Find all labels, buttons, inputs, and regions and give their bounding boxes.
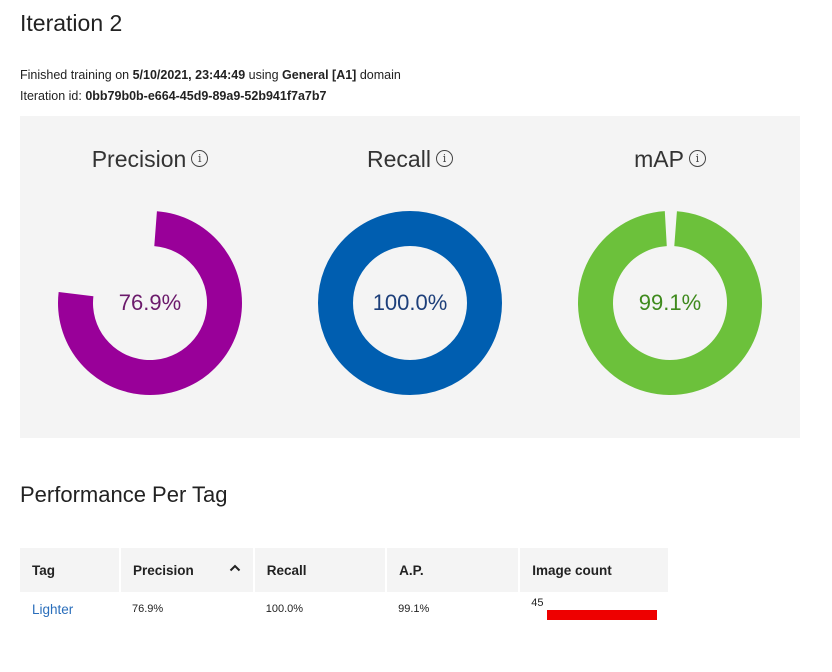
info-icon[interactable]: i <box>435 150 453 168</box>
tag-recall: 100.0% <box>265 603 304 615</box>
metrics-panel: Precision i 76.9% Recall i 100.0% mAP i 99.… <box>20 116 800 438</box>
metric-recall: Recall i 100.0% <box>280 116 540 438</box>
metric-value: 99.1% <box>638 290 702 315</box>
metric-precision: Precision i 76.9% <box>20 116 280 438</box>
metric-label: Recall <box>367 146 431 172</box>
table-row: Lighter 76.9% 100.0% 99.1% 45 <box>20 592 668 626</box>
iteration-id-line: Iteration id: 0bb79b0b-e664-45d9-89a9-52… <box>20 89 326 103</box>
section-title: Performance Per Tag <box>20 482 228 507</box>
column-header-label: Precision <box>133 562 194 578</box>
column-header-tag[interactable]: Tag <box>20 548 121 592</box>
iteration-id-value: 0bb79b0b-e664-45d9-89a9-52b941f7a7b7 <box>85 89 327 103</box>
column-header-precision[interactable]: Precision <box>119 548 254 592</box>
table-header-row: Tag Precision Recall A.P. Image count <box>20 548 668 592</box>
training-domain-suffix: domain <box>356 68 401 82</box>
tag-image-count-cell: 45 <box>519 592 668 626</box>
image-count-bar <box>547 610 658 621</box>
chevron-up-icon[interactable] <box>229 562 241 574</box>
training-prefix: Finished training on <box>20 68 133 82</box>
metric-map: mAP i 99.1% <box>540 116 800 438</box>
tag-image-count: 45 <box>531 597 544 609</box>
column-header-recall[interactable]: Recall <box>252 548 387 592</box>
training-using: using <box>245 68 283 82</box>
column-header-image-count[interactable]: Image count <box>518 548 668 592</box>
training-info: Finished training on 5/10/2021, 23:44:49… <box>20 68 401 82</box>
metric-value: 76.9% <box>118 290 182 315</box>
tag-ap: 99.1% <box>398 603 430 615</box>
tag-link[interactable]: Lighter <box>20 592 120 626</box>
tag-precision: 76.9% <box>132 603 164 615</box>
metric-label: mAP <box>634 146 684 172</box>
performance-table: Tag Precision Recall A.P. Image count Li… <box>20 548 668 626</box>
iteration-id-label: Iteration id: <box>20 89 86 103</box>
training-domain: General [A1] <box>282 68 357 82</box>
page-title: Iteration 2 <box>20 10 123 36</box>
column-header-ap[interactable]: A.P. <box>385 548 520 592</box>
info-icon[interactable]: i <box>688 150 706 168</box>
metric-value: 100.0% <box>372 290 448 315</box>
metric-label: Precision <box>91 146 187 172</box>
info-icon[interactable]: i <box>191 150 209 168</box>
training-date: 5/10/2021, 23:44:49 <box>132 68 246 82</box>
